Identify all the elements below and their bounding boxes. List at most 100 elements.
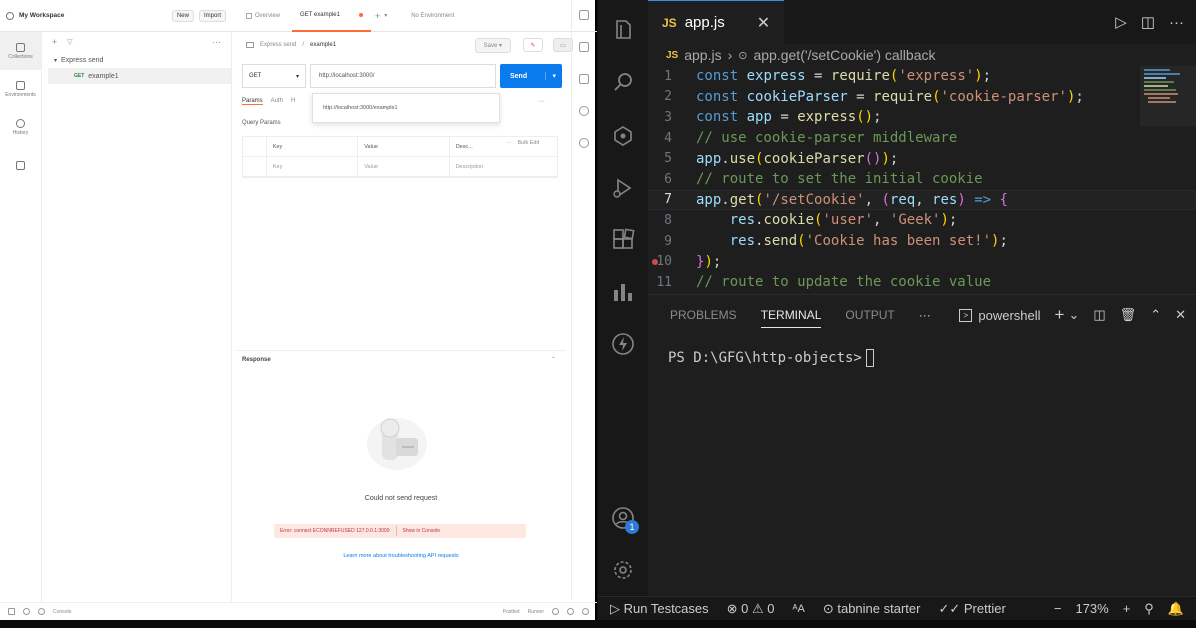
key-input[interactable]: Key — [267, 157, 359, 176]
url-input[interactable]: http://localhost:3000/ — [310, 64, 496, 88]
gear-icon[interactable] — [611, 558, 635, 582]
url-suggestion[interactable]: http://localhost:3000/example1 — [312, 93, 500, 123]
collections-sidebar: + ▽ ··· ▾ Express send GET example1 — [42, 32, 232, 602]
breadcrumb: JS app.js › ⊙ app.get('/setCookie') call… — [666, 47, 936, 63]
split-editor-icon[interactable]: ◫ — [1141, 13, 1155, 31]
add-tab-icon[interactable]: + — [375, 11, 380, 21]
help-icon[interactable] — [582, 608, 589, 615]
run-icon[interactable]: ▷ — [1115, 13, 1127, 31]
breadcrumb-file[interactable]: app.js — [684, 47, 721, 63]
more-icon[interactable]: ··· — [212, 37, 221, 47]
collection-item[interactable]: ▾ Express send — [42, 52, 231, 68]
edit-icon[interactable]: ✎ — [523, 38, 543, 52]
save-button[interactable]: Save ▾ — [474, 37, 511, 53]
tab-output[interactable]: OUTPUT — [845, 308, 894, 322]
runner-button[interactable]: Runner — [528, 609, 544, 615]
tab-problems[interactable]: PROBLEMS — [670, 308, 737, 322]
close-icon[interactable]: ✕ — [1175, 307, 1186, 323]
description-input[interactable]: Description — [450, 157, 557, 176]
value-input[interactable]: Value — [358, 157, 450, 176]
source-control-icon[interactable] — [611, 124, 635, 148]
rail-environments[interactable]: Environments — [0, 70, 41, 108]
console-button[interactable]: Console — [53, 609, 71, 615]
info-icon[interactable] — [578, 138, 589, 148]
tab-overview[interactable]: Overview — [238, 0, 288, 32]
tab-terminal[interactable]: TERMINAL — [760, 308, 822, 328]
query-params-table: Key Value Desc... Key Value Description — [242, 136, 558, 178]
postman-status-bar: Console Postbot Runner — [0, 602, 597, 620]
new-button[interactable]: New — [171, 9, 194, 22]
bell-icon[interactable]: 🔔 — [1168, 601, 1184, 617]
filter-icon[interactable]: ▽ — [67, 38, 72, 46]
thunder-client-icon[interactable] — [611, 332, 635, 356]
breadcrumb-symbol[interactable]: app.get('/setCookie') callback — [753, 47, 935, 63]
zoom-level[interactable]: 173% — [1075, 601, 1108, 616]
minimap[interactable] — [1140, 66, 1196, 294]
request-item[interactable]: GET example1 — [48, 68, 231, 84]
documentation-icon[interactable] — [578, 42, 589, 52]
run-debug-icon[interactable] — [611, 176, 635, 200]
response-header[interactable]: Response ⌃ — [236, 350, 566, 368]
find-icon[interactable] — [38, 608, 45, 615]
shell-name[interactable]: powershell — [978, 308, 1040, 323]
send-button[interactable]: Send ▾ — [500, 64, 562, 88]
more-actions-icon[interactable]: ··· — [1169, 14, 1184, 31]
explorer-icon[interactable] — [611, 18, 635, 42]
chevron-down-icon[interactable]: ▾ — [384, 12, 387, 19]
cookies-icon[interactable] — [552, 608, 559, 615]
environment-quicklook-icon[interactable] — [578, 10, 589, 20]
breadcrumb-parent[interactable]: Express send — [260, 42, 296, 48]
rail-apis[interactable] — [0, 146, 41, 184]
rail-history[interactable]: History — [0, 108, 41, 146]
code-editor[interactable]: 1 const express = require('express'); 2 co… — [648, 66, 1196, 294]
apis-icon — [16, 160, 25, 170]
problems-status[interactable]: ⊗ 0 ⚠ 0 — [727, 601, 775, 617]
sidebar-toggle-icon[interactable]: ▭ — [553, 38, 573, 52]
run-testcases-button[interactable]: ▷ Run Testcases — [610, 601, 709, 617]
tab-headers[interactable]: H — [291, 98, 295, 105]
terminal-prompt[interactable]: PS D:\GFG\http-objects> — [668, 349, 874, 367]
copilot-icon[interactable]: ⚲ — [1144, 601, 1154, 617]
split-terminal-icon[interactable]: ◫ — [1093, 307, 1105, 323]
show-in-console-button[interactable]: Show in Console — [397, 528, 447, 534]
rail-label: Collections — [8, 53, 33, 60]
tab-auth[interactable]: Auth — [271, 98, 283, 105]
zoom-out-icon[interactable]: − — [1054, 601, 1062, 616]
chevron-up-icon[interactable]: ⌃ — [551, 356, 556, 363]
trash-icon[interactable] — [567, 608, 574, 615]
workspace-title[interactable]: My Workspace — [19, 12, 64, 19]
postbot-button[interactable]: Postbot — [503, 609, 520, 615]
chevron-down-icon[interactable]: ▾ — [545, 72, 556, 80]
close-icon[interactable]: ✕ — [757, 13, 770, 33]
plus-icon[interactable]: + — [52, 37, 57, 47]
cookies-icon[interactable]: ··· — [538, 98, 545, 105]
trash-icon[interactable]: 🗑 — [1120, 307, 1137, 323]
tab-label: app.js — [684, 14, 725, 31]
charts-icon[interactable] — [611, 280, 635, 304]
method-select[interactable]: GET ▾ — [242, 64, 306, 88]
environment-selector[interactable]: No Environment — [403, 0, 462, 32]
learn-more-link[interactable]: Learn more about troubleshooting API req… — [236, 553, 566, 559]
maximize-panel-icon[interactable]: ⌃ — [1150, 307, 1161, 323]
new-terminal-icon[interactable]: + — [1055, 305, 1065, 325]
online-status-icon[interactable] — [23, 608, 30, 615]
tab-app-js[interactable]: JS app.js ✕ — [648, 0, 785, 44]
code-icon[interactable] — [578, 106, 589, 116]
more-icon[interactable]: ··· — [919, 308, 931, 322]
url-bar: GET ▾ http://localhost:3000/ Send ▾ — [236, 64, 573, 88]
extensions-icon[interactable] — [611, 228, 635, 252]
zoom-in-icon[interactable]: + — [1123, 601, 1131, 616]
terminal-icon: > — [959, 308, 973, 322]
breakpoint-icon[interactable] — [652, 258, 658, 265]
tab-example1[interactable]: GET example1 — [292, 0, 371, 32]
layout-icon[interactable] — [8, 608, 15, 615]
prettier-status[interactable]: ✓✓ Prettier — [938, 601, 1005, 617]
search-icon[interactable] — [611, 70, 635, 94]
chevron-down-icon[interactable]: ⌄ — [1068, 307, 1079, 323]
comments-icon[interactable] — [578, 74, 589, 84]
import-button[interactable]: Import — [198, 9, 226, 22]
language-icon[interactable]: ᴬA — [793, 603, 805, 615]
rail-collections[interactable]: Collections — [0, 32, 41, 70]
tabnine-status[interactable]: ⊙ tabnine starter — [823, 601, 921, 617]
tab-params[interactable]: Params — [242, 98, 263, 105]
